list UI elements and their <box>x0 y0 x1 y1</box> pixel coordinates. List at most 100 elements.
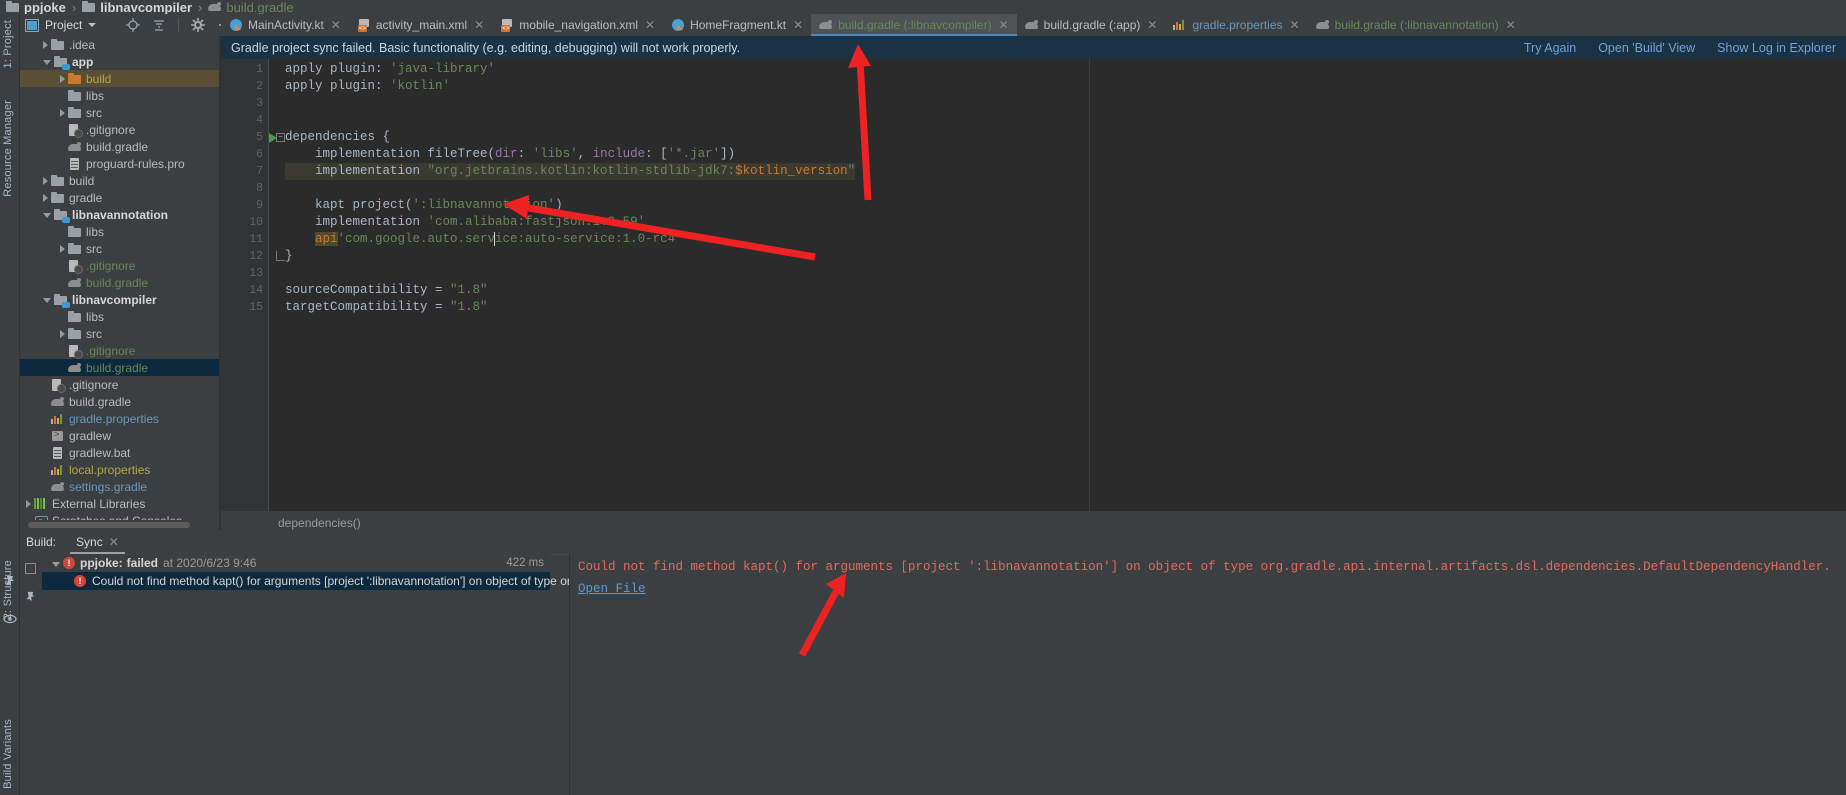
editor-tab-build-gradle-libnavcompiler-[interactable]: build.gradle (:libnavcompiler) ✕ <box>811 14 1018 36</box>
tree-horizontal-scrollbar[interactable] <box>28 522 190 528</box>
fold-collapse-icon[interactable]: − <box>276 133 285 142</box>
tree-item--gitignore[interactable]: .gitignore <box>20 376 220 393</box>
tree-item-scratches-and-consoles[interactable]: Scratches and Consoles <box>20 512 220 520</box>
tree-item-local-properties[interactable]: local.properties <box>20 461 220 478</box>
close-icon[interactable]: ✕ <box>999 18 1009 32</box>
tree-item-src[interactable]: src <box>20 325 220 342</box>
line-gutter[interactable] <box>263 214 285 231</box>
tree-item-build-gradle[interactable]: build.gradle <box>20 138 220 155</box>
expand-arrow-icon[interactable] <box>43 60 51 65</box>
gear-icon[interactable] <box>191 18 205 32</box>
tool-button-resource-manager[interactable]: Resource Manager <box>2 100 14 197</box>
editor-line-9[interactable]: 9 kapt project(':libnavannotation') <box>221 197 1846 214</box>
editor-tab-bar[interactable]: MainActivity.kt✕activity_main.xml✕mobile… <box>221 14 1846 36</box>
close-icon[interactable]: ✕ <box>474 18 484 32</box>
expand-arrow-icon[interactable] <box>26 499 31 508</box>
tree-item-gradlew[interactable]: gradlew <box>20 427 220 444</box>
editor-tab-build-gradle-app-[interactable]: build.gradle (:app) ✕ <box>1017 14 1166 36</box>
close-icon[interactable]: ✕ <box>1506 18 1516 32</box>
editor-line-15[interactable]: 15 targetCompatibility = "1.8" <box>221 299 1846 316</box>
stop-icon[interactable] <box>24 562 37 575</box>
editor-tab-gradle-properties[interactable]: gradle.properties ✕ <box>1165 14 1307 36</box>
eye-icon[interactable] <box>3 612 17 626</box>
line-gutter[interactable] <box>263 112 285 129</box>
tree-item-build-gradle[interactable]: build.gradle <box>20 393 220 410</box>
line-gutter[interactable] <box>263 163 285 180</box>
tool-button-project[interactable]: 1: Project <box>2 20 14 68</box>
build-tree[interactable]: ! ppjoke: failed at 2020/6/23 9:46 422 m… <box>42 554 571 795</box>
line-gutter[interactable] <box>263 248 285 265</box>
pin-icon[interactable] <box>24 590 37 603</box>
close-icon[interactable]: ✕ <box>793 18 803 32</box>
tree-item--gitignore[interactable]: .gitignore <box>20 342 220 359</box>
fold-end-icon[interactable] <box>276 251 285 261</box>
tool-button-build-variants[interactable]: Build Variants <box>2 719 14 789</box>
editor-tab-activity-main-xml[interactable]: activity_main.xml ✕ <box>349 14 492 36</box>
editor-tab-homefragment-kt[interactable]: HomeFragment.kt ✕ <box>663 14 811 36</box>
open-file-link[interactable]: Open File <box>578 582 646 596</box>
tree-item-build[interactable]: build <box>20 172 220 189</box>
editor-line-11[interactable]: 11 api'com.google.auto.service:auto-serv… <box>221 231 1846 248</box>
editor-line-12[interactable]: 12} <box>221 248 1846 265</box>
tree-item-gradle-properties[interactable]: gradle.properties <box>20 410 220 427</box>
editor-line-6[interactable]: 6 implementation fileTree(dir: 'libs', i… <box>221 146 1846 163</box>
line-gutter[interactable] <box>263 197 285 214</box>
line-gutter[interactable] <box>263 231 285 248</box>
tree-item-libs[interactable]: libs <box>20 223 220 240</box>
chevron-down-icon[interactable] <box>88 23 97 27</box>
tree-item-build[interactable]: build <box>20 70 220 87</box>
editor-line-3[interactable]: 3 <box>221 95 1846 112</box>
build-tree-root-row[interactable]: ! ppjoke: failed at 2020/6/23 9:46 422 m… <box>42 554 550 572</box>
breadcrumb-module[interactable]: libnavcompiler <box>82 0 192 14</box>
tree-item-gradle[interactable]: gradle <box>20 189 220 206</box>
tree-item-libs[interactable]: libs <box>20 308 220 325</box>
line-gutter[interactable] <box>263 146 285 163</box>
banner-action-show-log-in-explorer[interactable]: Show Log in Explorer <box>1717 41 1836 55</box>
line-gutter[interactable] <box>263 265 285 282</box>
project-tree[interactable]: .idea app build libs src .gitignore build.grad… <box>20 36 220 520</box>
editor-tab-mainactivity-kt[interactable]: MainActivity.kt ✕ <box>221 14 349 36</box>
banner-action-open-build-view[interactable]: Open 'Build' View <box>1598 41 1695 55</box>
editor-line-4[interactable]: 4 <box>221 112 1846 129</box>
editor-line-2[interactable]: 2 apply plugin: 'kotlin' <box>221 78 1846 95</box>
editor-lines[interactable]: 1 apply plugin: 'java-library' 2 apply plug… <box>221 59 1846 511</box>
expand-arrow-icon[interactable] <box>43 298 51 303</box>
line-gutter[interactable] <box>263 95 285 112</box>
breadcrumb-project[interactable]: ppjoke <box>6 0 66 14</box>
tree-item--gitignore[interactable]: .gitignore <box>20 257 220 274</box>
expand-arrow-icon[interactable] <box>43 193 48 202</box>
tree-item-proguard-rules-pro[interactable]: proguard-rules.pro <box>20 155 220 172</box>
tree-item-external-libraries[interactable]: External Libraries <box>20 495 220 512</box>
editor-line-10[interactable]: 10 implementation 'com.alibaba:fastjson:… <box>221 214 1846 231</box>
line-gutter[interactable]: − <box>263 129 285 146</box>
expand-arrow-icon[interactable] <box>43 40 48 49</box>
close-icon[interactable]: ✕ <box>1147 18 1157 32</box>
close-icon[interactable]: ✕ <box>331 18 341 32</box>
expand-arrow-icon[interactable] <box>43 213 51 218</box>
expand-arrow-icon[interactable] <box>43 176 48 185</box>
expand-arrow-icon[interactable] <box>52 561 60 567</box>
editor-line-1[interactable]: 1 apply plugin: 'java-library' <box>221 61 1846 78</box>
line-gutter[interactable] <box>263 299 285 316</box>
tool-button-structure[interactable]: 2: Structure <box>2 560 14 619</box>
editor-line-8[interactable]: 8 <box>221 180 1846 197</box>
tree-item--idea[interactable]: .idea <box>20 36 220 53</box>
tree-item-build-gradle[interactable]: build.gradle <box>20 359 220 376</box>
tree-item-gradlew-bat[interactable]: gradlew.bat <box>20 444 220 461</box>
tree-item-src[interactable]: src <box>20 104 220 121</box>
tree-item--gitignore[interactable]: .gitignore <box>20 121 220 138</box>
expand-arrow-icon[interactable] <box>60 74 65 83</box>
expand-arrow-icon[interactable] <box>60 108 65 117</box>
collapse-all-icon[interactable] <box>152 18 166 32</box>
tree-item-build-gradle[interactable]: build.gradle <box>20 274 220 291</box>
expand-arrow-icon[interactable] <box>60 244 65 253</box>
line-gutter[interactable] <box>263 180 285 197</box>
code-editor[interactable]: 1 apply plugin: 'java-library' 2 apply plug… <box>221 59 1846 511</box>
expand-arrow-icon[interactable] <box>60 329 65 338</box>
tree-item-libs[interactable]: libs <box>20 87 220 104</box>
tree-item-settings-gradle[interactable]: settings.gradle <box>20 478 220 495</box>
line-gutter[interactable] <box>263 78 285 95</box>
editor-line-5[interactable]: 5 − dependencies { <box>221 129 1846 146</box>
editor-tab-build-gradle-libnavannotation-[interactable]: build.gradle (:libnavannotation) ✕ <box>1308 14 1524 36</box>
editor-tab-mobile-navigation-xml[interactable]: mobile_navigation.xml ✕ <box>492 14 663 36</box>
